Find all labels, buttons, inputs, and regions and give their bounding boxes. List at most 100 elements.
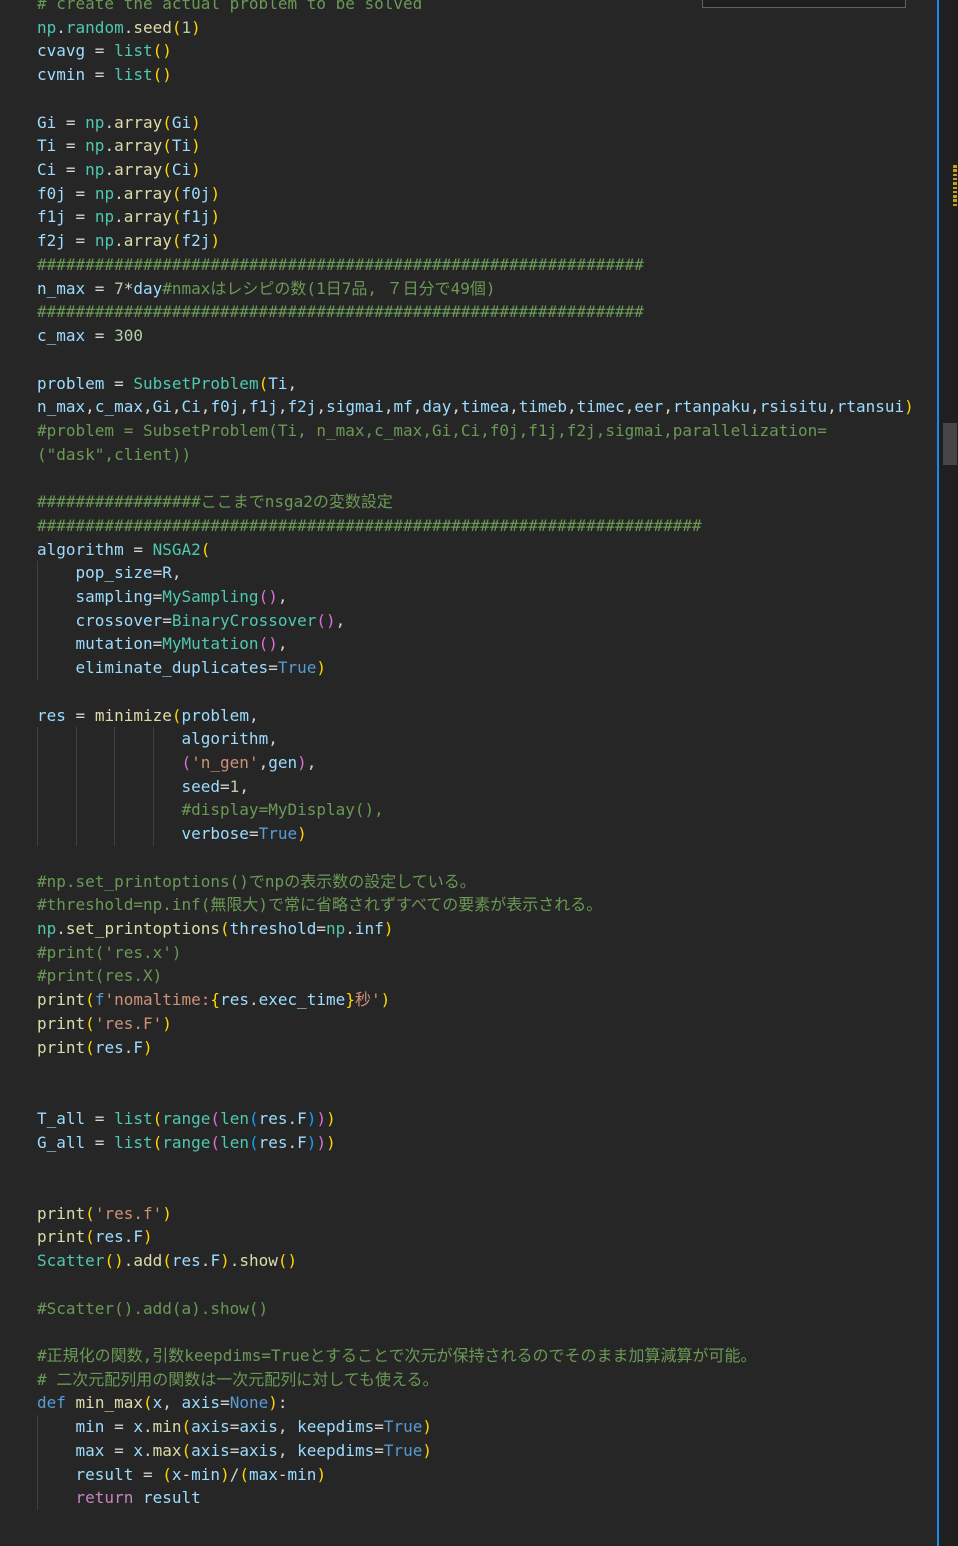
indent-guide xyxy=(76,727,77,751)
indent-guide xyxy=(114,751,115,775)
indent-guide xyxy=(37,1439,38,1463)
code-line: mutation=MyMutation(), xyxy=(0,632,937,656)
code-line: Gi = np.array(Gi) xyxy=(0,111,937,135)
code-line: print('res.F') xyxy=(0,1012,937,1036)
code-line xyxy=(0,348,937,372)
code-line xyxy=(0,1059,937,1083)
code-line: f0j = np.array(f0j) xyxy=(0,182,937,206)
code-line: G_all = list(range(len(res.F))) xyxy=(0,1131,937,1155)
overview-ruler-marker xyxy=(953,174,957,177)
overview-ruler-marker xyxy=(953,165,957,168)
code-line xyxy=(0,87,937,111)
code-line: np.random.seed(1) xyxy=(0,16,937,40)
code-line: eliminate_duplicates=True) xyxy=(0,656,937,680)
indent-guide xyxy=(37,585,38,609)
code-line: return result xyxy=(0,1486,937,1510)
code-line: n_max = 7*day#nmaxはレシピの数(1日7品, ７日分で49個) xyxy=(0,277,937,301)
code-line: problem = SubsetProblem(Ti, xyxy=(0,372,937,396)
indent-guide xyxy=(37,561,38,585)
code-line xyxy=(0,1178,937,1202)
code-line: #################ここまでnsga2の変数設定 xyxy=(0,490,937,514)
code-line: T_all = list(range(len(res.F))) xyxy=(0,1107,937,1131)
code-line: ########################################… xyxy=(0,300,937,324)
code-line: ("dask",client)) xyxy=(0,443,937,467)
code-line: print(f'nomaltime:{res.exec_time}秒') xyxy=(0,988,937,1012)
code-line: print('res.f') xyxy=(0,1202,937,1226)
code-line: #print('res.x') xyxy=(0,941,937,965)
code-line: n_max,c_max,Gi,Ci,f0j,f1j,f2j,sigmai,mf,… xyxy=(0,395,937,419)
code-line: Ci = np.array(Ci) xyxy=(0,158,937,182)
code-line: Scatter().add(res.F).show() xyxy=(0,1249,937,1273)
overview-ruler-marker xyxy=(953,178,957,181)
indent-guide xyxy=(37,1486,38,1510)
indent-guide xyxy=(114,775,115,799)
code-line xyxy=(0,1510,937,1534)
code-line: # 二次元配列用の関数は一次元配列に対しても使える。 xyxy=(0,1368,937,1392)
code-line xyxy=(0,1320,937,1344)
code-line: crossover=BinaryCrossover(), xyxy=(0,609,937,633)
indent-guide xyxy=(37,775,38,799)
indent-guide xyxy=(37,727,38,751)
indent-guide xyxy=(153,751,154,775)
code-line: print(res.F) xyxy=(0,1036,937,1060)
code-line xyxy=(0,1083,937,1107)
overview-ruler-marker xyxy=(953,169,957,172)
code-line: res = minimize(problem, xyxy=(0,704,937,728)
code-line: verbose=True) xyxy=(0,822,937,846)
code-line: result = (x-min)/(max-min) xyxy=(0,1463,937,1487)
code-line: #正規化の関数,引数keepdims=Trueとすることで次元が保持されるのでそ… xyxy=(0,1344,937,1368)
code-content[interactable]: # create the actual problem to be solved… xyxy=(0,0,937,1534)
indent-guide xyxy=(76,751,77,775)
code-line: #Scatter().add(a).show() xyxy=(0,1297,937,1321)
code-line: Ti = np.array(Ti) xyxy=(0,134,937,158)
indent-guide xyxy=(114,727,115,751)
overview-ruler xyxy=(939,0,958,1546)
code-line: algorithm = NSGA2( xyxy=(0,538,937,562)
overview-ruler-marker xyxy=(953,204,957,207)
code-line: ('n_gen',gen), xyxy=(0,751,937,775)
code-line: #problem = SubsetProblem(Ti, n_max,c_max… xyxy=(0,419,937,443)
code-line: sampling=MySampling(), xyxy=(0,585,937,609)
code-line: cvmin = list() xyxy=(0,63,937,87)
indent-guide xyxy=(76,822,77,846)
code-line: algorithm, xyxy=(0,727,937,751)
indent-guide xyxy=(76,775,77,799)
overview-ruler-marker xyxy=(953,187,957,190)
code-editor: # create the actual problem to be solved… xyxy=(0,0,937,1546)
indent-guide xyxy=(37,798,38,822)
code-line xyxy=(0,466,937,490)
indent-guide xyxy=(153,727,154,751)
code-line: c_max = 300 xyxy=(0,324,937,348)
overview-ruler-marker xyxy=(953,195,957,198)
indent-guide xyxy=(37,751,38,775)
code-line: #print(res.X) xyxy=(0,964,937,988)
code-line: pop_size=R, xyxy=(0,561,937,585)
indent-guide xyxy=(76,798,77,822)
indent-guide xyxy=(153,798,154,822)
code-line: np.set_printoptions(threshold=np.inf) xyxy=(0,917,937,941)
code-line: f2j = np.array(f2j) xyxy=(0,229,937,253)
code-line: cvavg = list() xyxy=(0,39,937,63)
indent-guide xyxy=(153,775,154,799)
indent-guide xyxy=(153,822,154,846)
code-line: print(res.F) xyxy=(0,1225,937,1249)
code-line: max = x.max(axis=axis, keepdims=True) xyxy=(0,1439,937,1463)
code-line: ########################################… xyxy=(0,253,937,277)
code-line: f1j = np.array(f1j) xyxy=(0,205,937,229)
indent-guide xyxy=(37,822,38,846)
overview-ruler-marker xyxy=(953,191,957,194)
code-line: seed=1, xyxy=(0,775,937,799)
indent-guide xyxy=(114,822,115,846)
code-line: ########################################… xyxy=(0,514,937,538)
code-line: #threshold=np.inf(無限大)で常に省略されずすべての要素が表示さ… xyxy=(0,893,937,917)
code-line: #display=MyDisplay(), xyxy=(0,798,937,822)
indent-guide xyxy=(37,1463,38,1487)
code-line: #np.set_printoptions()でnpの表示数の設定している。 xyxy=(0,870,937,894)
code-line xyxy=(0,1273,937,1297)
indent-guide xyxy=(37,656,38,680)
find-widget[interactable] xyxy=(702,0,906,8)
code-line xyxy=(0,846,937,870)
overview-ruler-marker xyxy=(953,199,957,202)
scrollbar-thumb[interactable] xyxy=(943,423,957,465)
indent-guide xyxy=(37,632,38,656)
